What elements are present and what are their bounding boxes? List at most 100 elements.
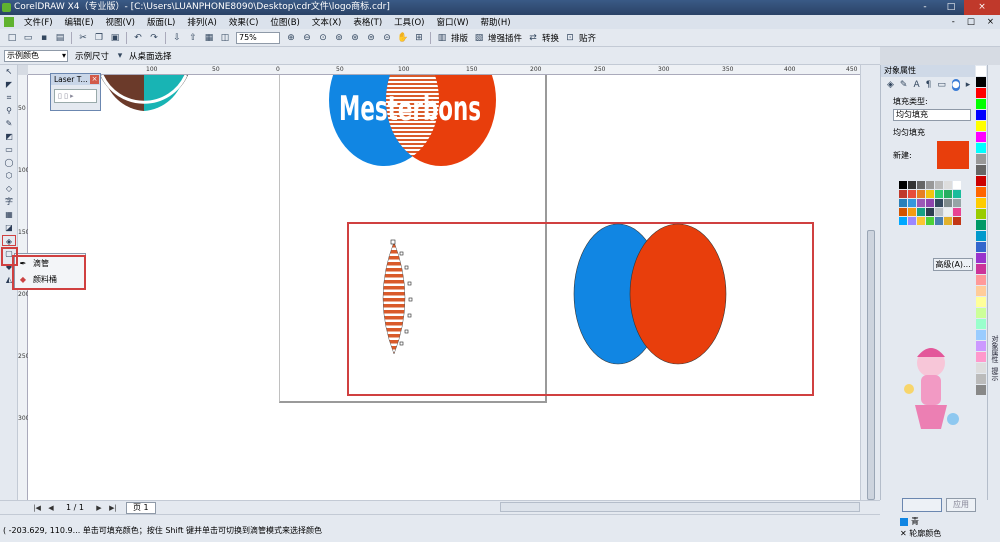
menu-arrange[interactable]: 排列(A) (181, 16, 222, 28)
zoom-page-icon[interactable]: ⊛ (349, 32, 361, 44)
menu-window[interactable]: 窗口(W) (431, 16, 475, 28)
prev-page-icon[interactable]: ◀ (46, 503, 56, 513)
doc-minimize-button[interactable]: - (946, 17, 961, 27)
palette-swatch[interactable] (935, 190, 943, 198)
palette-swatch[interactable] (926, 217, 934, 225)
menu-help[interactable]: 帮助(H) (475, 16, 517, 28)
palette-swatch[interactable] (935, 199, 943, 207)
apply-button[interactable]: 应用 (946, 498, 976, 512)
menu-effects[interactable]: 效果(C) (223, 16, 265, 28)
color-strip-swatch[interactable] (976, 132, 986, 142)
palette-swatch[interactable] (917, 199, 925, 207)
color-strip-swatch[interactable] (976, 319, 986, 329)
laser-tool-buttons[interactable]: ▯ ▯ ▸ (54, 89, 97, 103)
snap-icon[interactable]: ⊡ (564, 32, 576, 44)
close-button[interactable]: × (964, 0, 1000, 15)
menu-tools[interactable]: 工具(O) (388, 16, 430, 28)
fill-tab-icon[interactable]: ◈ (887, 79, 894, 91)
freehand-tool-icon[interactable]: ✎ (2, 118, 16, 129)
palette-swatch[interactable] (953, 181, 961, 189)
rectangle-tool-icon[interactable]: ▭ (2, 144, 16, 155)
scrollbar-thumb[interactable] (867, 230, 875, 500)
palette-swatch[interactable] (899, 217, 907, 225)
save-icon[interactable]: ▪ (38, 32, 50, 44)
palette-swatch[interactable] (944, 181, 952, 189)
color-strip-swatch[interactable] (976, 187, 986, 197)
zoom-all-icon[interactable]: ⊚ (333, 32, 345, 44)
menu-table[interactable]: 表格(T) (347, 16, 388, 28)
color-strip-swatch[interactable] (976, 198, 986, 208)
laser-tool-window[interactable]: Laser T... × ▯ ▯ ▸ (50, 73, 101, 111)
basic-shapes-icon[interactable]: ◇ (2, 183, 16, 194)
menu-view[interactable]: 视图(V) (100, 16, 141, 28)
import-icon[interactable]: ⇩ (171, 32, 183, 44)
crop-tool-icon[interactable]: ⌗ (2, 92, 16, 103)
palette-swatch[interactable] (926, 199, 934, 207)
palette-swatch[interactable] (917, 181, 925, 189)
color-palette-strip[interactable] (975, 65, 987, 500)
palette-swatch[interactable] (944, 190, 952, 198)
cut-icon[interactable]: ✂ (77, 32, 89, 44)
color-palette-grid[interactable] (899, 181, 961, 231)
color-strip-swatch[interactable] (976, 220, 986, 230)
menu-file[interactable]: 文件(F) (18, 16, 59, 28)
color-strip-swatch[interactable] (976, 110, 986, 120)
color-strip-swatch[interactable] (976, 330, 986, 340)
pick-tool-icon[interactable]: ↖ (2, 66, 16, 77)
palette-swatch[interactable] (953, 208, 961, 216)
next-page-icon[interactable]: ▶ (94, 503, 104, 513)
color-strip-swatch[interactable] (976, 264, 986, 274)
menu-edit[interactable]: 编辑(E) (59, 16, 100, 28)
interactive-blend-icon[interactable]: ◪ (2, 222, 16, 233)
table-tool-icon[interactable]: ▦ (2, 209, 16, 220)
color-strip-swatch[interactable] (976, 253, 986, 263)
snap-button[interactable]: 贴齐 (579, 32, 596, 44)
palette-swatch[interactable] (944, 199, 952, 207)
pan-icon[interactable]: ✋ (397, 32, 409, 44)
undo-icon[interactable]: ↶ (132, 32, 144, 44)
horizontal-scrollbar[interactable] (500, 502, 860, 512)
copy-icon[interactable]: ❐ (93, 32, 105, 44)
minimize-button[interactable]: - (912, 0, 938, 15)
pin-button[interactable] (902, 498, 942, 512)
color-strip-swatch[interactable] (976, 176, 986, 186)
color-strip-swatch[interactable] (976, 275, 986, 285)
open-folder-icon[interactable]: ▭ (22, 32, 34, 44)
logo-graphic[interactable]: Mesterbons (326, 75, 496, 170)
palette-swatch[interactable] (899, 181, 907, 189)
palette-swatch[interactable] (944, 208, 952, 216)
palette-swatch[interactable] (917, 190, 925, 198)
summary-tab-icon[interactable]: ▸ (966, 79, 971, 91)
menu-layout[interactable]: 版面(L) (141, 16, 181, 28)
print-icon[interactable]: ▤ (54, 32, 66, 44)
palette-swatch[interactable] (908, 217, 916, 225)
palette-swatch[interactable] (899, 190, 907, 198)
color-strip-swatch[interactable] (976, 77, 986, 87)
polygon-tool-icon[interactable]: ⬡ (2, 170, 16, 181)
export-icon[interactable]: ⇧ (187, 32, 199, 44)
convert-icon[interactable]: ⇄ (527, 32, 539, 44)
zoom-width-icon[interactable]: ⊜ (365, 32, 377, 44)
palette-swatch[interactable] (953, 190, 961, 198)
palette-swatch[interactable] (935, 181, 943, 189)
menu-bitmaps[interactable]: 位图(B) (264, 16, 305, 28)
layout-button[interactable]: 排版 (451, 32, 468, 44)
color-strip-swatch[interactable] (976, 66, 986, 76)
palette-swatch[interactable] (917, 217, 925, 225)
color-strip-swatch[interactable] (976, 297, 986, 307)
page-tab[interactable]: 页 1 (125, 501, 156, 514)
striped-lens-shape[interactable] (370, 238, 420, 358)
color-strip-swatch[interactable] (976, 154, 986, 164)
zoom-selected-icon[interactable]: ⊙ (317, 32, 329, 44)
color-strip-swatch[interactable] (976, 99, 986, 109)
color-strip-swatch[interactable] (976, 374, 986, 384)
color-strip-swatch[interactable] (976, 341, 986, 351)
paragraph-tab-icon[interactable]: ¶ (926, 79, 932, 91)
app-launcher-icon[interactable]: ▦ (203, 32, 215, 44)
color-strip-swatch[interactable] (976, 363, 986, 373)
color-strip-swatch[interactable] (976, 308, 986, 318)
ellipse-pair[interactable] (570, 222, 730, 367)
color-strip-swatch[interactable] (976, 286, 986, 296)
smart-fill-icon[interactable]: ◩ (2, 131, 16, 142)
welcome-icon[interactable]: ◫ (219, 32, 231, 44)
